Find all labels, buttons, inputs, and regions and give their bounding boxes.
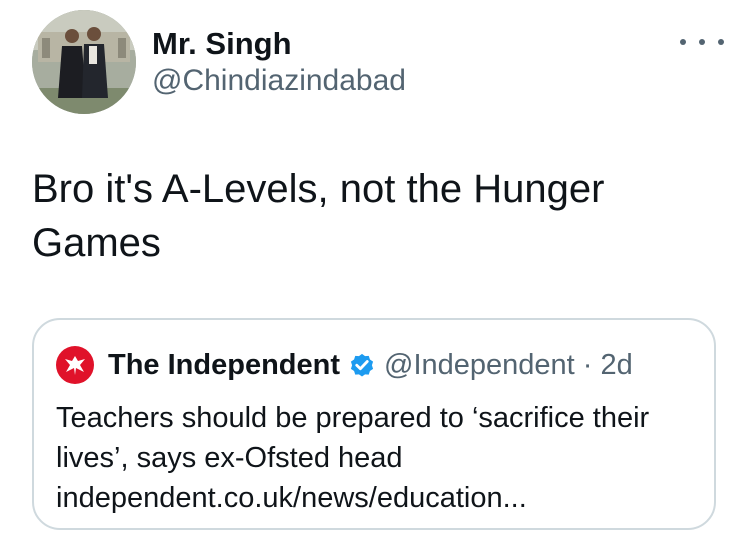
quoted-author-name[interactable]: The Independent xyxy=(108,349,340,382)
author-avatar[interactable] xyxy=(32,10,136,114)
more-options-dot xyxy=(718,39,724,45)
quoted-tweet-card[interactable]: The Independent @Independent · 2d Teache… xyxy=(32,318,716,530)
tweet-text: Bro it's A-Levels, not the Hunger Games xyxy=(32,167,605,265)
eagle-logo-icon[interactable] xyxy=(56,346,94,384)
more-options-button[interactable] xyxy=(680,30,724,54)
quoted-tweet-text: Teachers should be prepared to ‘sacrific… xyxy=(56,402,650,514)
avatar-photo xyxy=(32,10,136,114)
author-name[interactable]: Mr. Singh xyxy=(152,26,292,62)
more-options-dot xyxy=(699,39,705,45)
verified-badge-icon xyxy=(348,351,376,379)
quoted-tweet-header: The Independent @Independent · 2d xyxy=(56,346,633,384)
quoted-handle-time[interactable]: @Independent · 2d xyxy=(384,349,633,382)
author-handle[interactable]: @Chindiazindabad xyxy=(152,64,406,98)
more-options-icon xyxy=(680,39,686,45)
